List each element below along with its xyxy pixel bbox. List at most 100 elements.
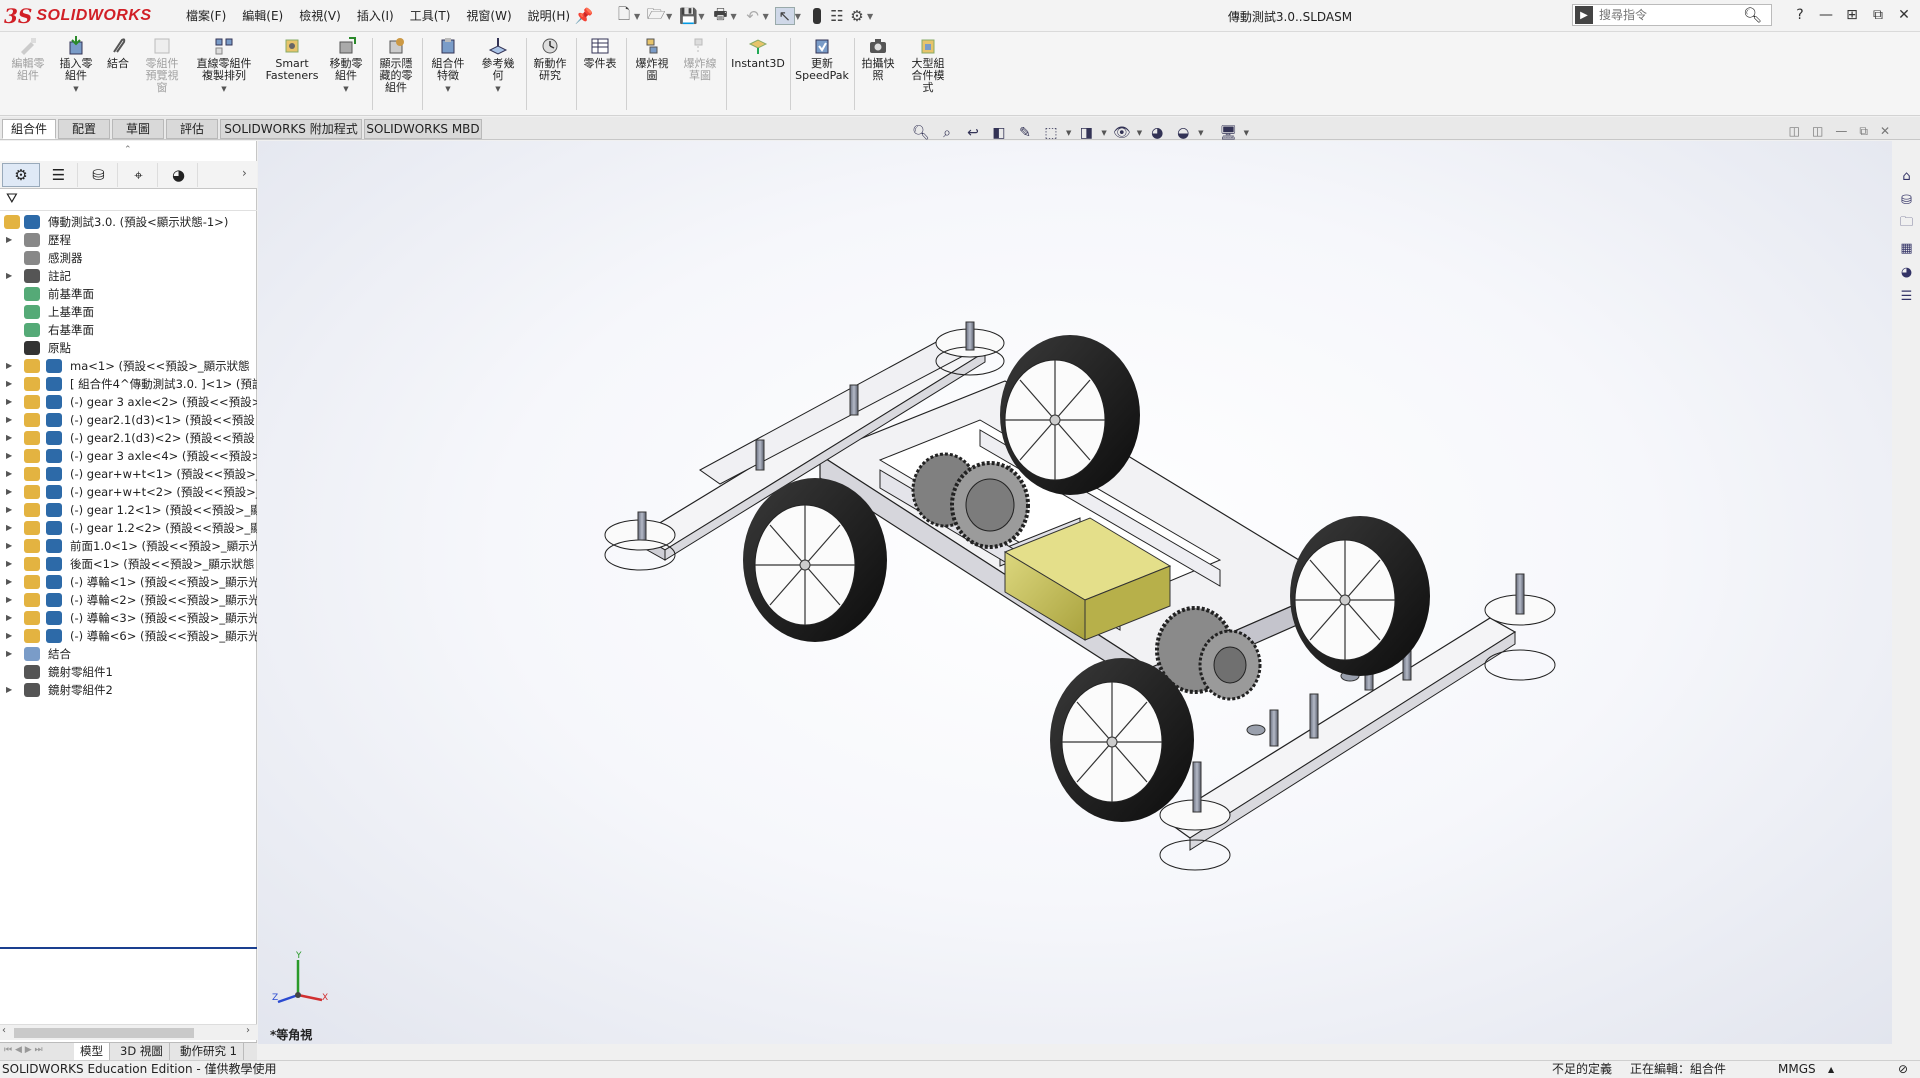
expand-arrow-icon[interactable]: ▶ bbox=[6, 627, 12, 645]
menu-tools[interactable]: 工具(T) bbox=[402, 7, 459, 25]
command-search[interactable]: ▶ 🔍︎ bbox=[1572, 4, 1772, 26]
tree-item[interactable]: ▶ ma<1> (預設<<預設>_顯示狀態 bbox=[0, 357, 257, 375]
features-dropdown-icon[interactable]: ▼ bbox=[445, 83, 450, 95]
tree-item[interactable]: 感測器 bbox=[0, 249, 257, 267]
tree-item[interactable]: 右基準面 bbox=[0, 321, 257, 339]
tree-item[interactable]: ▶ (-) gear+w+t<1> (預設<<預設>_ bbox=[0, 465, 257, 483]
edit-component-button[interactable]: 編輯零 組件 bbox=[6, 36, 50, 82]
tree-item[interactable]: ▶ (-) gear+w+t<2> (預設<<預設>_ bbox=[0, 483, 257, 501]
menu-window[interactable]: 視窗(W) bbox=[458, 7, 519, 25]
tree-item[interactable]: 鏡射零組件1 bbox=[0, 663, 257, 681]
tab-model[interactable]: 模型 bbox=[74, 1043, 110, 1060]
explode-line-sketch-button[interactable]: 爆炸線 草圖 bbox=[678, 36, 722, 82]
menu-edit[interactable]: 編輯(E) bbox=[234, 7, 291, 25]
tree-item[interactable]: ▶ [ 組合件4^傳動測試3.0. ]<1> (預設 bbox=[0, 375, 257, 393]
dimxpert-tab-icon[interactable]: ⌖ bbox=[120, 163, 158, 187]
expand-arrow-icon[interactable]: ▶ bbox=[6, 393, 12, 411]
pin-icon[interactable]: 📌 bbox=[574, 7, 594, 25]
scroll-left-icon[interactable]: ‹ bbox=[2, 1025, 6, 1036]
tree-item[interactable]: ▶ (-) gear 3 axle<2> (預設<<預設> bbox=[0, 393, 257, 411]
undo-dropdown-icon[interactable]: ▼ bbox=[763, 12, 769, 21]
viewport-close-icon[interactable]: ✕ bbox=[1880, 124, 1890, 139]
units-selector[interactable]: MMGS bbox=[1778, 1061, 1816, 1078]
expand-arrow-icon[interactable]: ▶ bbox=[6, 429, 12, 447]
expand-arrow-icon[interactable]: ▶ bbox=[6, 447, 12, 465]
print-icon[interactable]: 🖶 bbox=[710, 5, 730, 25]
zoom-to-area-icon[interactable]: ⌕ bbox=[936, 123, 958, 143]
tree-item[interactable]: ▶ (-) gear 1.2<1> (預設<<預設>_顯 bbox=[0, 501, 257, 519]
filter-icon[interactable]: ⛛ bbox=[6, 191, 18, 207]
tree-item[interactable]: ▶ 註記 bbox=[0, 267, 257, 285]
file-explorer-icon[interactable]: 🗀 bbox=[1897, 215, 1917, 233]
mate-button[interactable]: 結合 bbox=[100, 36, 136, 70]
home-icon[interactable]: ⌂ bbox=[1897, 167, 1917, 185]
tile-button[interactable]: ⊞ bbox=[1842, 4, 1862, 26]
view-palette-icon[interactable]: ▦ bbox=[1897, 239, 1917, 257]
expand-arrow-icon[interactable]: ▶ bbox=[6, 681, 12, 699]
rollback-bar[interactable] bbox=[0, 947, 257, 949]
expand-arrow-icon[interactable]: ▶ bbox=[6, 609, 12, 627]
tab-sketch[interactable]: 草圖 bbox=[112, 119, 164, 139]
viewport-prev-icon[interactable]: ◫ bbox=[1789, 124, 1800, 139]
viewport-restore-icon[interactable]: ⧉ bbox=[1859, 124, 1868, 139]
options-dropdown-icon[interactable]: ▼ bbox=[867, 12, 873, 21]
exploded-view-button[interactable]: 爆炸視 圖 bbox=[630, 36, 674, 82]
tab-evaluate[interactable]: 評估 bbox=[166, 119, 218, 139]
status-help-icon[interactable]: ⊘ bbox=[1898, 1061, 1908, 1078]
menu-insert[interactable]: 插入(I) bbox=[349, 7, 402, 25]
tree-item[interactable]: ▶ (-) 導輪<1> (預設<<預設>_顯示光 bbox=[0, 573, 257, 591]
expand-arrow-icon[interactable]: ▶ bbox=[6, 231, 12, 249]
scrollbar-thumb[interactable] bbox=[14, 1028, 194, 1038]
edit-appearance-icon[interactable]: ◕ bbox=[1146, 123, 1168, 143]
expand-arrow-icon[interactable]: ▶ bbox=[6, 555, 12, 573]
tree-item[interactable]: 上基準面 bbox=[0, 303, 257, 321]
hide-show-items-icon[interactable]: 👁︎ bbox=[1111, 123, 1133, 143]
menu-file[interactable]: 檔案(F) bbox=[178, 7, 234, 25]
help-button[interactable]: ? bbox=[1790, 4, 1810, 26]
reference-geometry-button[interactable]: 參考幾 何 ▼ bbox=[474, 36, 522, 95]
tab-assembly[interactable]: 組合件 bbox=[2, 119, 56, 139]
panel-tabs-scroll-icon[interactable]: › bbox=[242, 166, 247, 180]
tree-item[interactable]: ▶ 前面1.0<1> (預設<<預設>_顯示光 bbox=[0, 537, 257, 555]
assembly-model[interactable] bbox=[258, 141, 1892, 1044]
units-dropdown-icon[interactable]: ▲ bbox=[1828, 1061, 1834, 1078]
save-icon[interactable]: 💾 bbox=[678, 7, 698, 25]
tree-item[interactable]: ▶ 鏡射零組件2 bbox=[0, 681, 257, 699]
property-manager-tab-icon[interactable]: ☰ bbox=[40, 163, 78, 187]
scene-dropdown-icon[interactable]: ▼ bbox=[1198, 129, 1203, 137]
new-document-icon[interactable]: 🗋 bbox=[614, 5, 634, 25]
expand-arrow-icon[interactable]: ▶ bbox=[6, 573, 12, 591]
minimize-button[interactable]: — bbox=[1816, 4, 1836, 26]
settings-dropdown-icon[interactable]: ▼ bbox=[1244, 129, 1249, 137]
tree-item[interactable]: ▶ (-) gear 1.2<2> (預設<<預設>_顯 bbox=[0, 519, 257, 537]
panel-collapse-handle-icon[interactable]: ⌃ bbox=[124, 145, 132, 155]
view-orientation-icon[interactable]: ⬚ bbox=[1040, 123, 1062, 143]
save-dropdown-icon[interactable]: ▼ bbox=[698, 12, 704, 21]
hide-show-dropdown-icon[interactable]: ▼ bbox=[1137, 129, 1142, 137]
new-motion-study-button[interactable]: 新動作 研究 bbox=[528, 36, 572, 82]
smart-fasteners-button[interactable]: Smart Fasteners bbox=[264, 36, 320, 82]
tree-item[interactable]: ▶ (-) 導輪<3> (預設<<預設>_顯示光 bbox=[0, 609, 257, 627]
bill-of-materials-button[interactable]: 零件表 bbox=[578, 36, 622, 70]
expand-arrow-icon[interactable]: ▶ bbox=[6, 519, 12, 537]
expand-arrow-icon[interactable]: ▶ bbox=[6, 465, 12, 483]
orientation-dropdown-icon[interactable]: ▼ bbox=[1066, 129, 1071, 137]
tree-item[interactable]: ▶ (-) 導輪<2> (預設<<預設>_顯示光 bbox=[0, 591, 257, 609]
tab-mbd[interactable]: SOLIDWORKS MBD bbox=[364, 119, 482, 139]
expand-arrow-icon[interactable]: ▶ bbox=[6, 411, 12, 429]
menu-help[interactable]: 說明(H) bbox=[520, 7, 578, 25]
tree-item[interactable]: 原點 bbox=[0, 339, 257, 357]
tree-item[interactable]: ▶ (-) gear2.1(d3)<2> (預設<<預設 bbox=[0, 429, 257, 447]
update-speedpak-button[interactable]: 更新 SpeedPak bbox=[794, 36, 850, 82]
configuration-manager-tab-icon[interactable]: ⛁ bbox=[80, 163, 118, 187]
show-hidden-components-button[interactable]: 顯示隱 藏的零 組件 bbox=[374, 36, 418, 94]
tab-3d-views[interactable]: 3D 視圖 bbox=[114, 1043, 170, 1060]
appearances-icon[interactable]: ◕ bbox=[1897, 263, 1917, 281]
tree-item[interactable]: ▶ (-) gear 3 axle<4> (預設<<預設> bbox=[0, 447, 257, 465]
solidworks-logo[interactable]: 3S SOLIDWORKS bbox=[4, 3, 154, 29]
expand-arrow-icon[interactable]: ▶ bbox=[6, 267, 12, 285]
expand-arrow-icon[interactable]: ▶ bbox=[6, 537, 12, 555]
move-dropdown-icon[interactable]: ▼ bbox=[343, 83, 348, 95]
apply-scene-icon[interactable]: ◒ bbox=[1172, 123, 1194, 143]
assembly-features-button[interactable]: 組合件 特徵 ▼ bbox=[424, 36, 472, 95]
